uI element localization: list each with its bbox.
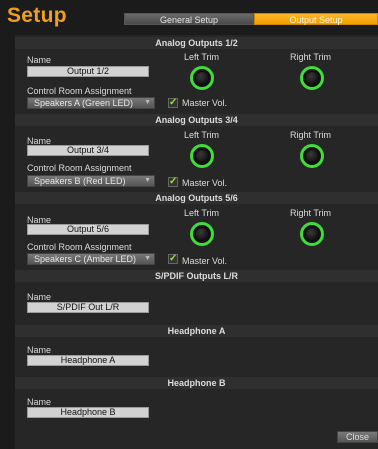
header: Setup General Setup Output Setup [0,0,378,34]
name-field-output-1-2[interactable]: Output 1/2 [27,66,149,77]
close-button[interactable]: Close [337,431,378,443]
name-label: Name [27,397,52,407]
right-trim-label: Right Trim [290,52,332,62]
right-trim-knob[interactable] [300,144,324,168]
control-room-assignment-select[interactable]: Speakers C (Amber LED) ▼ [27,253,155,265]
chevron-down-icon: ▼ [144,255,151,262]
name-field-headphone-b[interactable]: Headphone B [27,407,149,418]
name-field-output-3-4[interactable]: Output 3/4 [27,145,149,156]
master-vol-checkbox[interactable]: ✓ [168,177,178,187]
master-vol-checkbox[interactable]: ✓ [168,98,178,108]
control-room-assignment-label: Control Room Assignment [27,242,132,252]
master-vol-label: Master Vol. [182,98,228,108]
name-label: Name [27,55,52,65]
right-trim-knob[interactable] [300,222,324,246]
control-room-assignment-label: Control Room Assignment [27,163,132,173]
chevron-down-icon: ▼ [144,177,151,184]
left-trim-knob[interactable] [190,222,214,246]
name-label: Name [27,345,52,355]
section-title-analog-3-4: Analog Outputs 3/4 [15,114,378,126]
section-title-headphone-b: Headphone B [15,377,378,389]
left-trim-knob[interactable] [190,144,214,168]
right-trim-knob[interactable] [300,66,324,90]
control-room-assignment-select[interactable]: Speakers B (Red LED) ▼ [27,175,155,187]
control-room-assignment-label: Control Room Assignment [27,86,132,96]
name-field-spdif[interactable]: S/PDIF Out L/R [27,302,149,313]
tab-output-setup[interactable]: Output Setup [254,13,378,25]
master-vol-label: Master Vol. [182,178,228,188]
left-trim-label: Left Trim [184,52,220,62]
section-title-spdif: S/PDIF Outputs L/R [15,270,378,282]
left-trim-label: Left Trim [184,130,220,140]
name-label: Name [27,292,52,302]
name-field-output-5-6[interactable]: Output 5/6 [27,224,149,235]
left-trim-knob[interactable] [190,66,214,90]
section-title-headphone-a: Headphone A [15,325,378,337]
select-value: Speakers A (Green LED) [34,98,134,108]
left-trim-label: Left Trim [184,208,220,218]
master-vol-checkbox[interactable]: ✓ [168,254,178,264]
page-title: Setup [7,4,67,27]
name-field-headphone-a[interactable]: Headphone A [27,355,149,366]
right-trim-label: Right Trim [290,130,332,140]
tab-general-setup[interactable]: General Setup [124,13,254,25]
control-room-assignment-select[interactable]: Speakers A (Green LED) ▼ [27,97,155,109]
section-title-analog-1-2: Analog Outputs 1/2 [15,37,378,49]
right-trim-label: Right Trim [290,208,332,218]
section-title-analog-5-6: Analog Outputs 5/6 [15,192,378,204]
master-vol-label: Master Vol. [182,256,228,266]
select-value: Speakers B (Red LED) [34,176,126,186]
chevron-down-icon: ▼ [144,99,151,106]
select-value: Speakers C (Amber LED) [34,254,137,264]
